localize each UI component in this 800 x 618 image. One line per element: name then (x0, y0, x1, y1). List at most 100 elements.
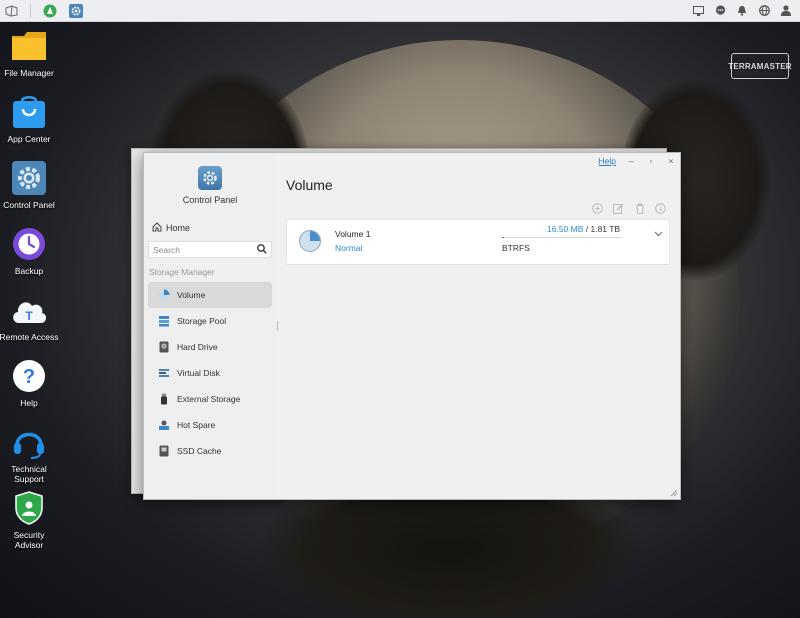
headset-icon (11, 424, 47, 460)
svg-text:T: T (25, 309, 33, 323)
volume-status: Normal (335, 243, 363, 253)
edit-icon[interactable] (613, 203, 624, 214)
volume-card[interactable]: Volume 1 Normal 16.50 MB / 1.81 TB BTRFS (286, 219, 670, 265)
sidebar-home-label: Home (166, 223, 191, 233)
desktop-app-label-line: Security (13, 530, 45, 540)
question-icon: ? (11, 358, 47, 394)
brand-logo: TERRAMASTER (728, 53, 792, 79)
usb-icon (158, 393, 170, 405)
ssd-icon (158, 445, 170, 457)
sidebar-item-label: SSD Cache (177, 446, 222, 456)
desktop-app-label-line: Advisor (14, 540, 44, 550)
sidebar-item-label: Volume (177, 290, 206, 300)
toolbar (592, 203, 666, 214)
sidebar-item-hard-drive[interactable]: Hard Drive (148, 334, 272, 360)
chevron-down-icon[interactable] (653, 229, 663, 239)
taskbar (0, 0, 800, 22)
sidebar-item-volume[interactable]: Volume (148, 282, 272, 308)
volume-name: Volume 1 (335, 229, 371, 239)
window-controls: Help – ▫ × (599, 156, 676, 166)
sidebar-item-label: External Storage (177, 394, 241, 404)
folder-icon (11, 28, 47, 64)
sidebar-item-label: Storage Pool (177, 316, 227, 326)
sidebar-group-label: Storage Manager (149, 267, 215, 277)
add-icon[interactable] (592, 203, 603, 214)
resize-handle-icon[interactable] (670, 489, 678, 497)
sidebar-item-label: Virtual Disk (177, 368, 220, 378)
svg-text:?: ? (23, 366, 35, 388)
search-input[interactable]: Search (148, 241, 272, 258)
close-button[interactable]: × (666, 156, 676, 166)
desktop-app-file-manager[interactable]: File Manager (0, 28, 58, 94)
search-placeholder: Search (153, 244, 180, 255)
globe-icon[interactable] (756, 3, 772, 19)
sidebar-nav: Volume Storage Pool Hard Drive Virtual D… (144, 282, 276, 464)
main-content: Help – ▫ × Volume Volume 1 Normal 16.50 … (276, 153, 680, 499)
bell-icon[interactable] (734, 3, 750, 19)
hot-spare-icon (158, 419, 170, 431)
home-icon (152, 222, 162, 234)
volume-filesystem: BTRFS (502, 243, 530, 253)
minimize-button[interactable]: – (626, 156, 636, 166)
search-icon[interactable] (257, 243, 267, 256)
taskbar-separator (30, 3, 31, 18)
sidebar-item-label: Hot Spare (177, 420, 216, 430)
info-icon[interactable] (655, 203, 666, 214)
pie-icon (158, 289, 170, 301)
desktop-app-control-panel[interactable]: Control Panel (0, 160, 58, 226)
control-panel-window: Control Panel Home Search Storage Manage… (143, 152, 681, 500)
desktop-app-label-line: Support (14, 474, 44, 484)
desktop-app-technical-support[interactable]: Technical Support (0, 424, 58, 490)
gear-icon (198, 166, 222, 190)
desktop-icon[interactable] (0, 0, 22, 22)
gear-icon (11, 160, 47, 196)
control-panel-running-icon[interactable] (65, 0, 87, 22)
shopping-bag-icon (11, 94, 47, 130)
desktop-app-label: Technical Support (11, 464, 46, 484)
monitor-icon[interactable] (690, 3, 706, 19)
sidebar-item-external-storage[interactable]: External Storage (148, 386, 272, 412)
shield-icon (11, 490, 47, 526)
desktop-app-help[interactable]: ? Help (0, 358, 58, 424)
help-link[interactable]: Help (599, 156, 616, 166)
sidebar: Control Panel Home Search Storage Manage… (144, 153, 276, 499)
clock-icon (11, 226, 47, 262)
volume-usage-bar (502, 237, 622, 238)
window-title: Control Panel (182, 195, 238, 205)
cloud-icon: T (11, 292, 47, 328)
volume-size: 16.50 MB / 1.81 TB (547, 224, 620, 234)
maximize-button[interactable]: ▫ (646, 156, 656, 166)
desktop-app-label: File Manager (4, 68, 54, 78)
desktop-app-backup[interactable]: Backup (0, 226, 58, 292)
desktop-app-label: App Center (7, 134, 51, 144)
chat-icon[interactable] (712, 3, 728, 19)
desktop-app-label: Help (20, 398, 38, 408)
volume-total: 1.81 TB (590, 224, 621, 234)
user-icon[interactable] (778, 3, 794, 19)
desktop-app-label-line: Technical (11, 464, 47, 474)
sidebar-item-storage-pool[interactable]: Storage Pool (148, 308, 272, 334)
volume-used: 16.50 MB (547, 224, 584, 234)
delete-icon[interactable] (634, 203, 645, 214)
sidebar-item-hot-spare[interactable]: Hot Spare (148, 412, 272, 438)
sidebar-home[interactable]: Home (144, 215, 276, 235)
app-center-running-icon[interactable] (39, 0, 61, 22)
desktop-app-app-center[interactable]: App Center (0, 94, 58, 160)
sidebar-item-ssd-cache[interactable]: SSD Cache (148, 438, 272, 464)
hard-drive-icon (158, 341, 170, 353)
desktop-icons: File Manager App Center Control Panel Ba… (0, 28, 59, 556)
desktop-app-label: Backup (14, 266, 44, 276)
desktop-app-security-advisor[interactable]: Security Advisor (0, 490, 58, 556)
page-title: Volume (286, 177, 333, 193)
stack-icon (158, 315, 170, 327)
desktop-app-label: Security Advisor (14, 530, 45, 550)
sidebar-header: Control Panel (144, 153, 276, 215)
volume-usage-fill (502, 237, 505, 238)
virtual-disk-icon (158, 367, 170, 379)
sidebar-item-virtual-disk[interactable]: Virtual Disk (148, 360, 272, 386)
volume-usage-pie-icon (299, 230, 321, 252)
desktop-app-label: Control Panel (3, 200, 55, 210)
desktop-app-remote-access[interactable]: T Remote Access (0, 292, 59, 358)
desktop-app-label: Remote Access (0, 332, 59, 342)
sidebar-item-label: Hard Drive (177, 342, 218, 352)
